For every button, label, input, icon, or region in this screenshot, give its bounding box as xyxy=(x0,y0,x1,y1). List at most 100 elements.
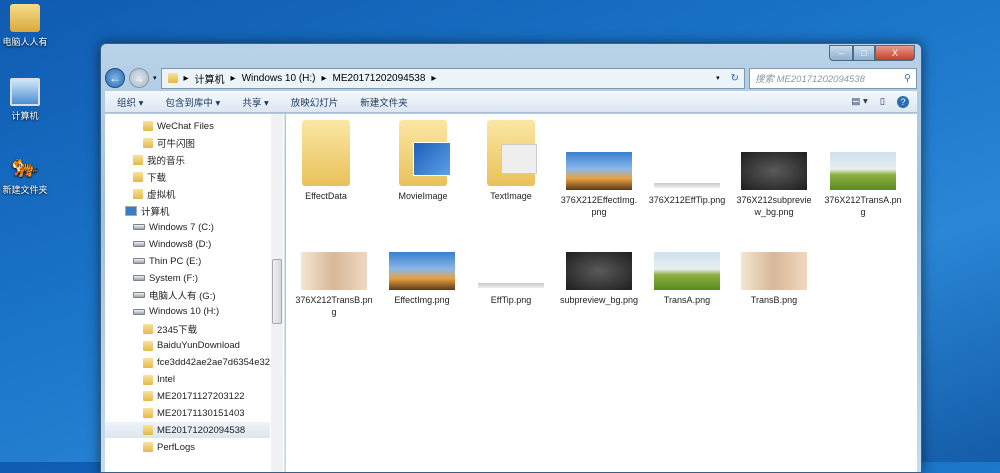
scrollbar-thumb[interactable] xyxy=(272,259,282,324)
nav-item-label: Thin PC (E:) xyxy=(149,255,202,267)
file-item[interactable]: 376X212EffectImg.png xyxy=(559,152,639,218)
drive-icon xyxy=(133,258,145,265)
desktop-icon-computer[interactable]: 计算机 xyxy=(0,78,50,122)
file-item[interactable]: EffTip.png xyxy=(471,252,551,306)
user-folder-icon xyxy=(10,4,40,32)
nav-item[interactable]: BaiduYunDownload xyxy=(143,338,240,354)
nav-item-label: Windows 10 (H:) xyxy=(149,306,220,318)
nav-item-label: System (F:) xyxy=(149,272,199,284)
address-bar[interactable]: ▸ 计算机 ▸ Windows 10 (H:) ▸ ME20171202094538 … xyxy=(160,67,745,89)
nav-item[interactable]: fce3dd42ae2ae7d6354e32 xyxy=(143,355,270,371)
nav-item[interactable]: 计算机 xyxy=(125,203,170,219)
nav-item[interactable]: 我的音乐 xyxy=(133,152,185,168)
folder-icon xyxy=(143,425,153,436)
drive-icon xyxy=(133,275,145,282)
share-button[interactable]: 共享 ▾ xyxy=(242,95,268,109)
recent-pages-dropdown-icon[interactable]: ▾ xyxy=(153,74,157,82)
desktop-icon-diannao[interactable]: 电脑人人有 xyxy=(0,4,50,48)
nav-item[interactable]: Thin PC (E:) xyxy=(133,253,201,269)
folder-icon xyxy=(143,442,153,453)
nav-item[interactable]: 虚拟机 xyxy=(133,186,176,202)
nav-item[interactable]: Windows 7 (C:) xyxy=(133,219,214,235)
nav-item[interactable]: WeChat Files xyxy=(143,118,214,134)
preview-pane-icon[interactable]: ▯ xyxy=(880,96,885,108)
file-item[interactable]: TransA.png xyxy=(647,252,727,306)
drive-icon xyxy=(133,224,145,231)
search-icon: ⚲ xyxy=(904,72,911,84)
file-item[interactable]: EffectImg.png xyxy=(382,252,462,306)
image-thumbnail-icon xyxy=(654,252,720,290)
nav-item-label: Windows8 (D:) xyxy=(149,238,212,250)
nav-item-label: Windows 7 (C:) xyxy=(149,221,214,233)
file-item[interactable]: subpreview_bg.png xyxy=(559,252,639,306)
breadcrumb-folder[interactable]: ME20171202094538 xyxy=(333,73,426,84)
drive-icon xyxy=(133,292,145,298)
view-options-icon[interactable]: ▤ ▾ xyxy=(851,96,867,108)
nav-item-label: Intel xyxy=(157,374,175,385)
drive-icon xyxy=(133,241,145,248)
nav-item[interactable]: PerfLogs xyxy=(143,439,195,455)
image-thumbnail-icon xyxy=(566,252,632,290)
address-row: ← → ▾ ▸ 计算机 ▸ Windows 10 (H:) ▸ ME201712020… xyxy=(105,66,917,90)
folder-icon xyxy=(143,137,153,148)
file-item[interactable]: 376X212subpreview_bg.png xyxy=(734,152,814,218)
folder-icon xyxy=(487,120,537,186)
back-button[interactable]: ← xyxy=(105,68,125,88)
desktop-icon-new-folder[interactable]: 🐅 新建文件夹 xyxy=(0,152,50,196)
nav-item[interactable]: ME20171202094538 xyxy=(105,422,270,439)
nav-scrollbar[interactable] xyxy=(271,114,283,472)
nav-item-label: 我的音乐 xyxy=(147,155,186,167)
file-item[interactable]: TransB.png xyxy=(734,252,814,306)
forward-button[interactable]: → xyxy=(129,68,149,88)
nav-item[interactable]: Windows8 (D:) xyxy=(133,236,211,252)
nav-item[interactable]: 电脑人人有 (G:) xyxy=(133,287,216,303)
refresh-icon[interactable]: ↻ xyxy=(726,73,744,84)
slideshow-button[interactable]: 放映幻灯片 xyxy=(291,95,339,109)
file-name: TransB.png xyxy=(750,295,798,305)
organize-button[interactable]: 组织 ▾ xyxy=(117,95,143,109)
close-button[interactable]: X xyxy=(875,45,915,61)
drive-icon xyxy=(133,308,145,315)
folder-icon xyxy=(133,171,143,182)
nav-item[interactable]: ME20171130151403 xyxy=(143,405,245,421)
file-item[interactable]: TextImage xyxy=(471,120,551,202)
breadcrumb-drive[interactable]: Windows 10 (H:) xyxy=(242,73,316,84)
minimize-button[interactable]: – xyxy=(829,45,853,61)
file-name: TextImage xyxy=(490,191,532,201)
image-thumbnail-icon xyxy=(389,252,455,290)
nav-item[interactable]: 可牛闪图 xyxy=(143,135,195,151)
nav-item[interactable]: ME20171127203122 xyxy=(143,388,245,404)
nav-item-label: 2345下载 xyxy=(157,324,198,336)
nav-item[interactable]: System (F:) xyxy=(133,270,198,286)
file-item[interactable]: MovieImage xyxy=(383,120,463,202)
breadcrumb-computer[interactable]: 计算机 xyxy=(195,71,225,86)
navigation-pane: WeChat Files 可牛闪图我的音乐下载 虚拟机计算机 Windows 7 (C… xyxy=(105,114,285,472)
nav-item-label: BaiduYunDownload xyxy=(157,340,240,352)
file-item[interactable]: 376X212TransB.png xyxy=(294,252,374,318)
file-name: 376X212EffectImg.png xyxy=(560,195,638,217)
new-folder-button[interactable]: 新建文件夹 xyxy=(360,95,408,109)
nav-item-label: 可牛闪图 xyxy=(157,138,196,150)
nav-item-label: 电脑人人有 (G:) xyxy=(149,291,216,302)
folder-icon xyxy=(143,121,153,131)
nav-item[interactable]: Intel xyxy=(143,372,175,388)
file-name: 376X212TransA.png xyxy=(824,195,902,217)
maximize-button[interactable]: □ xyxy=(853,45,875,61)
nav-item-label: ME20171130151403 xyxy=(157,407,245,419)
computer-icon xyxy=(125,205,137,216)
file-name: EffectData xyxy=(305,191,347,201)
search-input[interactable]: 搜索 ME20171202094538 ⚲ xyxy=(749,67,917,89)
nav-item-label: 计算机 xyxy=(141,206,170,218)
nav-item-label: fce3dd42ae2ae7d6354e32 xyxy=(157,357,271,369)
address-history-icon[interactable]: ▾ xyxy=(716,74,720,82)
file-item[interactable]: 376X212EffTip.png xyxy=(647,152,727,206)
nav-item[interactable]: 2345下载 xyxy=(143,321,197,337)
file-item[interactable]: EffectData xyxy=(286,120,366,202)
include-in-library-button[interactable]: 包含到库中 ▾ xyxy=(165,95,220,109)
file-item[interactable]: 376X212TransA.png xyxy=(823,152,903,218)
folder-icon xyxy=(143,323,153,334)
nav-item[interactable]: 下载 xyxy=(133,169,166,185)
nav-item[interactable]: Windows 10 (H:) xyxy=(133,304,219,320)
help-icon[interactable]: ? xyxy=(897,95,909,108)
file-name: 376X212EffTip.png xyxy=(648,195,726,205)
